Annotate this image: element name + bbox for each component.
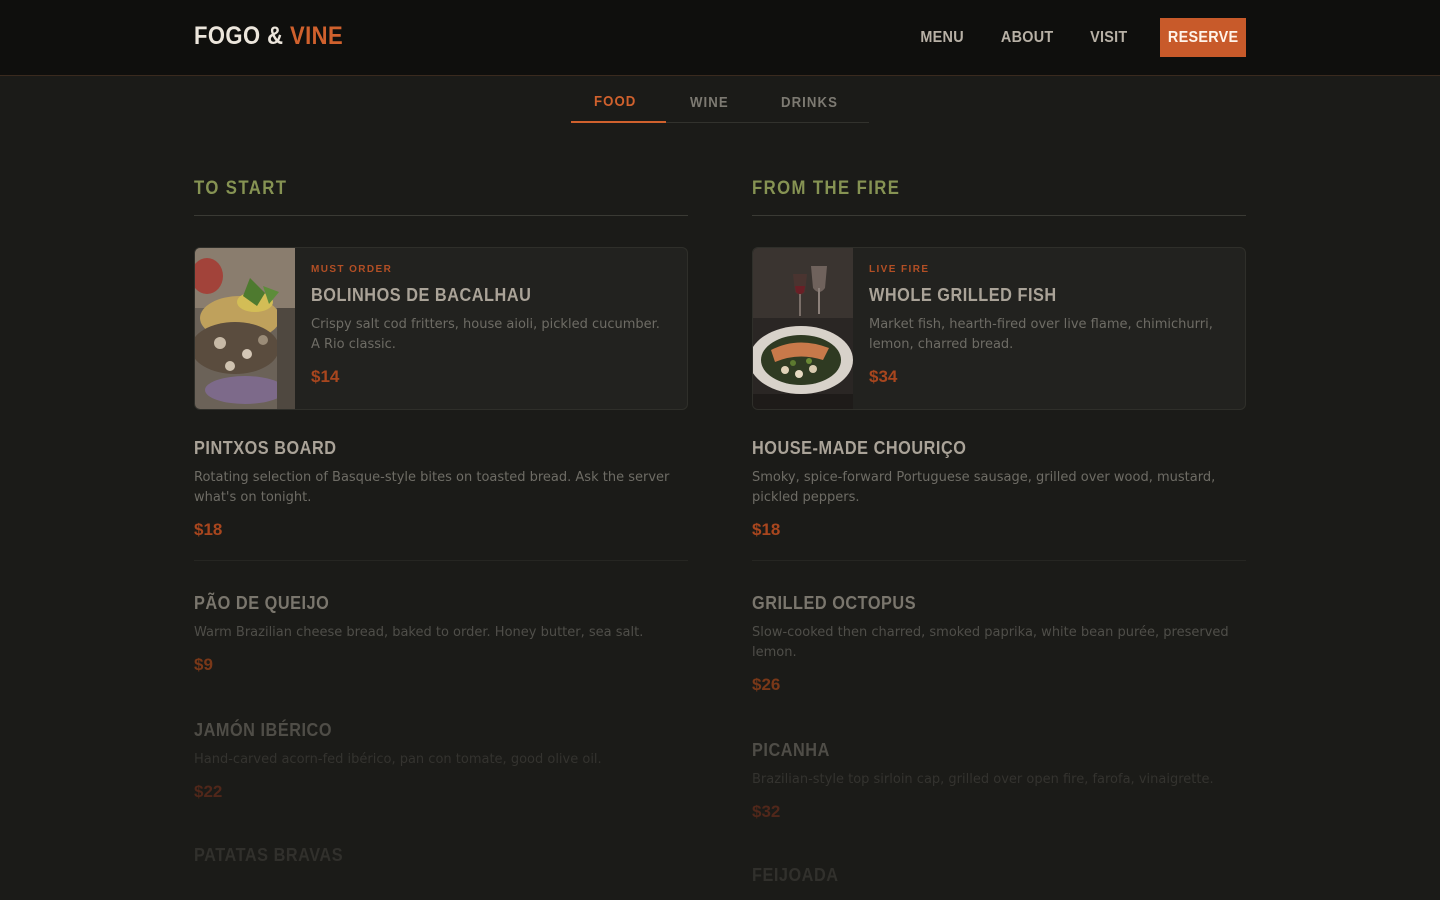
item-name: JAMÓN IBÉRICO xyxy=(194,719,333,740)
item-name: PICANHA xyxy=(752,739,830,760)
item-price: $14 xyxy=(311,367,340,386)
reserve-button-label: RESERVE xyxy=(1167,28,1239,46)
tab-food-label: FOOD xyxy=(594,93,637,110)
salt-cod-fritters-photo xyxy=(195,248,295,409)
menu-item: HOUSE-MADE CHOURIÇO Smoky, spice-forward… xyxy=(752,437,1246,540)
item-name: PATATAS BRAVAS xyxy=(194,844,344,865)
food-photo-illustration xyxy=(753,248,853,409)
featured-badge: MUST ORDER xyxy=(311,264,393,275)
brand-name-part2: VINE xyxy=(289,22,344,50)
tab-drinks-label: DRINKS xyxy=(781,94,839,111)
brand-logo[interactable]: FOGO & VINE xyxy=(194,22,343,51)
item-description: Market fish, hearth-fired over live flam… xyxy=(869,317,1213,352)
menu-tabs: FOOD WINE DRINKS xyxy=(571,82,869,123)
nav-link-menu[interactable]: MENU xyxy=(920,29,963,47)
section-title: FROM THE FIRE xyxy=(752,170,1246,216)
item-description: Smoky, spice-forward Portuguese sausage,… xyxy=(752,470,1216,505)
nav-link-about[interactable]: ABOUT xyxy=(1001,29,1054,47)
food-photo-illustration xyxy=(195,248,295,409)
tab-wine[interactable]: WINE xyxy=(666,82,758,123)
nav-link-visit[interactable]: VISIT xyxy=(1091,29,1128,47)
item-price: $22 xyxy=(194,782,223,801)
featured-item-body: MUST ORDER BOLINHOS DE BACALHAU Crispy s… xyxy=(295,248,687,409)
menu-item: PÃO DE QUEIJO Warm Brazilian cheese brea… xyxy=(194,592,688,675)
section-from-the-fire: FROM THE FIRE LIVE FIRE WHOLE GRILLED FI… xyxy=(752,170,1246,886)
item-description: Rotating selection of Basque-style bites… xyxy=(194,470,670,505)
item-description: Crispy salt cod fritters, house aioli, p… xyxy=(311,317,660,352)
brand-name-part1: FOGO xyxy=(194,22,261,50)
section-to-start: TO START MUST ORDER BOLINHOS DE BACALHAU… xyxy=(194,170,688,866)
item-name: PINTXOS BOARD xyxy=(194,437,337,458)
menu-item: PICANHA Brazilian-style top sirloin cap,… xyxy=(752,739,1246,822)
item-price: $18 xyxy=(194,520,223,539)
item-name: HOUSE-MADE CHOURIÇO xyxy=(752,437,967,458)
menu-item: PINTXOS BOARD Rotating selection of Basq… xyxy=(194,437,688,540)
tab-drinks[interactable]: DRINKS xyxy=(758,82,869,123)
item-name: WHOLE GRILLED FISH xyxy=(869,284,1057,305)
featured-item-body: LIVE FIRE WHOLE GRILLED FISH Market fish… xyxy=(853,248,1245,409)
grilled-fish-plate-photo xyxy=(753,248,853,409)
menu-item: JAMÓN IBÉRICO Hand-carved acorn-fed ibér… xyxy=(194,719,688,802)
item-divider xyxy=(194,560,688,561)
item-price: $9 xyxy=(194,655,213,674)
brand-ampersand: & xyxy=(267,22,284,50)
main-nav: MENU ABOUT VISIT RESERVE xyxy=(918,18,1246,57)
site-header: FOGO & VINE MENU ABOUT VISIT RESERVE xyxy=(0,0,1440,76)
item-name: BOLINHOS DE BACALHAU xyxy=(311,284,532,305)
item-name: FEIJOADA xyxy=(752,864,839,885)
featured-item-card[interactable]: MUST ORDER BOLINHOS DE BACALHAU Crispy s… xyxy=(194,247,688,410)
featured-item-card[interactable]: LIVE FIRE WHOLE GRILLED FISH Market fish… xyxy=(752,247,1246,410)
item-divider xyxy=(752,560,1246,561)
item-name: PÃO DE QUEIJO xyxy=(194,592,330,613)
tab-wine-label: WINE xyxy=(690,94,729,111)
item-price: $26 xyxy=(752,675,781,694)
menu-item: GRILLED OCTOPUS Slow-cooked then charred… xyxy=(752,592,1246,695)
item-description: Hand-carved acorn-fed ibérico, pan con t… xyxy=(194,752,602,767)
tab-food[interactable]: FOOD xyxy=(571,82,666,123)
featured-badge: LIVE FIRE xyxy=(869,264,930,275)
item-description: Slow-cooked then charred, smoked paprika… xyxy=(752,625,1229,660)
reserve-button[interactable]: RESERVE xyxy=(1160,18,1246,57)
menu-item: PATATAS BRAVAS xyxy=(194,844,688,866)
item-name: GRILLED OCTOPUS xyxy=(752,592,917,613)
item-price: $34 xyxy=(869,367,898,386)
item-price: $18 xyxy=(752,520,781,539)
menu-item: FEIJOADA xyxy=(752,864,1246,886)
item-description: Brazilian-style top sirloin cap, grilled… xyxy=(752,772,1214,787)
item-description: Warm Brazilian cheese bread, baked to or… xyxy=(194,625,644,640)
section-title: TO START xyxy=(194,170,688,216)
item-price: $32 xyxy=(752,802,781,821)
